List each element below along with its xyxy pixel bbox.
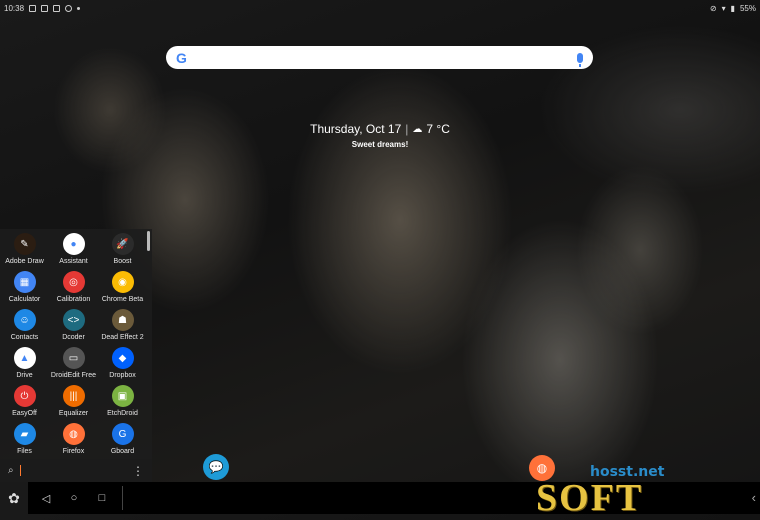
drive-icon: ▲ [13,347,36,369]
app-label: Files [17,448,32,455]
notification-icon [41,4,49,12]
app-etchdroid[interactable]: ▣ EtchDroid [98,385,147,419]
at-a-glance-widget[interactable]: Thursday, Oct 17 | ☁ 7 °C Sweet dreams! [300,122,460,149]
boost-icon: 🚀 [111,233,134,255]
drawer-search-left: ⌕ [8,465,21,476]
dnd-icon: ⊘ [709,3,717,13]
app-label: Dead Effect 2 [101,334,144,341]
app-label: DroidEdit Free [50,372,97,379]
app-equalizer[interactable]: ||| Equalizer [49,385,98,419]
app-dead-effect-2[interactable]: ☗ Dead Effect 2 [98,309,147,343]
app-chrome-beta[interactable]: ◉ Chrome Beta [98,271,147,305]
app-label: EtchDroid [107,410,138,417]
status-left: 10:38 [4,3,81,13]
adobe-draw-icon: ✎ [13,233,36,255]
google-logo-icon: G [176,50,187,66]
start-menu-lotus-icon[interactable]: ✿ [0,482,28,514]
app-dcoder[interactable]: <> Dcoder [49,309,98,343]
cloud-moon-icon: ☁ [412,123,423,135]
etchdroid-icon: ▣ [111,385,134,407]
equalizer-icon: ||| [62,385,85,407]
text-cursor [19,465,21,476]
calibration-icon: ◎ [62,271,85,293]
notification-icon [29,4,37,12]
glance-subtitle: Sweet dreams! [351,140,409,149]
app-label: Adobe Draw [5,258,44,265]
gboard-icon: G [111,423,134,445]
google-search-bar[interactable]: G [166,46,593,69]
app-files[interactable]: ▰ Files [0,423,49,457]
chrome-beta-icon: ◉ [111,271,134,293]
watermark-logo: hosst.net SOFT [536,462,756,519]
app-label: Firefox [62,448,85,455]
app-label: Calibration [56,296,91,303]
recents-button[interactable]: □ [88,482,116,514]
image-icon [53,4,61,12]
glance-temperature[interactable]: 7 °C [426,122,449,136]
messages-app-icon[interactable]: 💬 [203,454,229,480]
battery-level: 55% [739,3,756,13]
dropbox-icon: ◆ [111,347,134,369]
firefox-icon: ◍ [62,423,85,445]
status-bar: 10:38 ⊘ ▾ ▮ 55% [0,0,760,16]
battery-icon: ▮ [730,3,735,13]
dead-effect-icon: ☗ [111,309,134,331]
app-label: Contacts [10,334,39,341]
app-drawer: ✎ Adobe Draw ● Assistant 🚀 Boost ▦ Calculator ◎ C… [0,229,152,482]
app-contacts[interactable]: ☺ Contacts [0,309,49,343]
app-assistant[interactable]: ● Assistant [49,233,98,267]
app-boost[interactable]: 🚀 Boost [98,233,147,267]
app-label: Dropbox [109,372,136,379]
app-droidedit-free[interactable]: ▭ DroidEdit Free [49,347,98,381]
app-grid: ✎ Adobe Draw ● Assistant 🚀 Boost ▦ Calculator ◎ C… [0,233,146,457]
app-label: Boost [113,258,132,265]
watermark-word: SOFT [536,477,644,519]
droidedit-icon: ▭ [62,347,85,369]
back-button[interactable]: ◁ [32,482,60,514]
app-label: Equalizer [58,410,89,417]
easyoff-icon: ⏻ [13,385,36,407]
files-icon: ▰ [13,423,36,445]
more-notifications-icon [77,6,81,10]
sync-icon [65,4,73,12]
app-label: Gboard [110,448,135,455]
app-label: Chrome Beta [101,296,144,303]
app-adobe-draw[interactable]: ✎ Adobe Draw [0,233,49,267]
more-options-icon[interactable]: ⋮ [132,464,144,478]
status-right: ⊘ ▾ ▮ 55% [710,4,756,13]
home-button[interactable]: ○ [60,482,88,514]
dcoder-icon: <> [62,309,85,331]
microphone-icon[interactable] [577,52,583,67]
app-label: Dcoder [62,334,85,341]
drawer-search-bar[interactable]: ⌕ ⋮ [0,459,152,482]
app-gboard[interactable]: G Gboard [98,423,147,457]
glance-date[interactable]: Thursday, Oct 17 [310,122,401,136]
status-time: 10:38 [4,3,25,13]
calculator-icon: ▦ [13,271,36,293]
app-calculator[interactable]: ▦ Calculator [0,271,49,305]
app-label: Assistant [59,258,88,265]
glance-line: Thursday, Oct 17 | ☁ 7 °C [300,122,460,136]
app-label: Drive [16,372,33,379]
wifi-icon: ▾ [721,3,726,13]
drawer-scrollbar[interactable] [147,231,150,251]
contacts-icon: ☺ [13,309,36,331]
app-dropbox[interactable]: ◆ Dropbox [98,347,147,381]
google-logo-letter: G [176,49,187,66]
search-icon: ⌕ [8,465,14,476]
app-label: Calculator [8,296,41,303]
app-drive[interactable]: ▲ Drive [0,347,49,381]
assistant-icon: ● [62,233,85,255]
glance-separator: | [405,122,409,136]
app-calibration[interactable]: ◎ Calibration [49,271,98,305]
app-easyoff[interactable]: ⏻ EasyOff [0,385,49,419]
app-firefox[interactable]: ◍ Firefox [49,423,98,457]
nav-divider [122,486,123,510]
app-label: EasyOff [12,410,37,417]
